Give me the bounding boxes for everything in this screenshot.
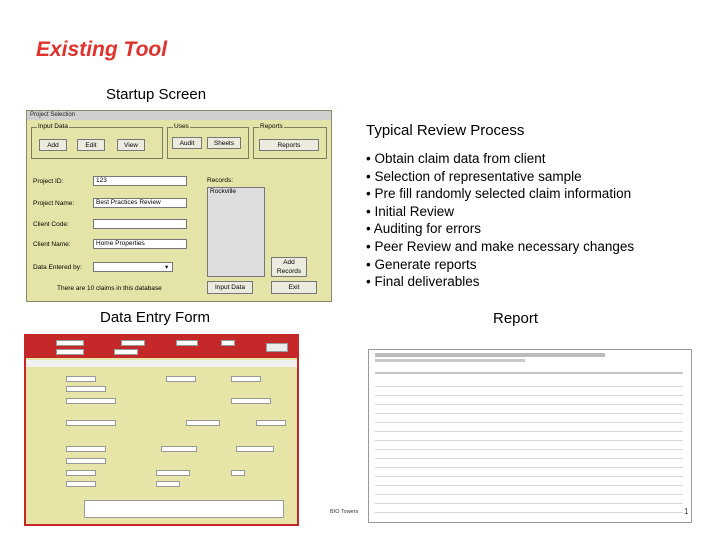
startup-screen-screenshot: Project Selection Input Data Add Edit Vi…: [26, 110, 332, 302]
table-row: [375, 414, 683, 423]
form-field: [186, 420, 220, 426]
form-field: [156, 481, 180, 487]
chevron-down-icon[interactable]: ▾: [165, 263, 168, 271]
list-item: Initial Review: [366, 203, 634, 221]
list-item: Final deliverables: [366, 273, 634, 291]
form-button[interactable]: [266, 343, 288, 352]
header-field: [121, 340, 145, 346]
review-process-list: Obtain claim data from client Selection …: [366, 150, 634, 291]
table-row: [375, 441, 683, 450]
data-entered-by-select[interactable]: [93, 262, 173, 272]
list-item: Obtain claim data from client: [366, 150, 634, 168]
footer-text: BIO Towers: [330, 509, 359, 515]
project-name-field[interactable]: Best Practices Review: [93, 198, 187, 208]
form-field: [66, 376, 96, 382]
window-title-bar: Project Selection: [27, 111, 331, 120]
list-item: Generate reports: [366, 256, 634, 274]
page-number: 1: [684, 507, 689, 516]
table-row: [375, 432, 683, 441]
form-field: [231, 398, 271, 404]
review-process-heading: Typical Review Process: [366, 122, 525, 139]
exit-button[interactable]: Exit: [271, 281, 317, 294]
table-row: [375, 468, 683, 477]
header-field: [176, 340, 198, 346]
table-row: [375, 378, 683, 387]
data-entry-form-caption: Data Entry Form: [100, 309, 211, 326]
list-item: Pre fill randomly selected claim informa…: [366, 185, 634, 203]
record-tabs-bar: [26, 360, 297, 367]
report-header-line: [375, 359, 525, 362]
slide-title: Existing Tool: [36, 38, 168, 61]
records-list[interactable]: Rockville: [207, 187, 265, 277]
data-entered-by-label: Data Entered by:: [33, 264, 82, 271]
report-header-line: [375, 353, 605, 357]
input-data-button[interactable]: Input Data: [207, 281, 253, 294]
form-field: [66, 470, 96, 476]
client-name-label: Client Name:: [33, 241, 71, 248]
table-row: [375, 459, 683, 468]
input-data-group-label: Input Data: [37, 123, 69, 130]
project-id-field[interactable]: 123: [93, 176, 187, 186]
records-status-text: There are 10 claims in this database: [57, 285, 162, 292]
table-row: [375, 495, 683, 504]
table-row: [375, 387, 683, 396]
report-column-header: [375, 372, 683, 374]
form-field: [66, 446, 106, 452]
form-field: [161, 446, 197, 452]
records-label: Records:: [207, 177, 234, 184]
table-row: [375, 450, 683, 459]
report-caption: Report: [493, 310, 539, 327]
client-code-label: Client Code:: [33, 221, 69, 228]
client-code-field[interactable]: [93, 219, 187, 229]
form-field: [166, 376, 196, 382]
add-records-button[interactable]: Add Records: [271, 257, 307, 277]
form-field: [66, 398, 116, 404]
form-field: [66, 481, 96, 487]
project-name-label: Project Name:: [33, 200, 75, 207]
header-field: [221, 340, 235, 346]
reports-button[interactable]: Reports: [259, 139, 319, 151]
edit-button[interactable]: Edit: [77, 139, 105, 151]
comments-textarea[interactable]: [84, 500, 284, 518]
header-field: [56, 340, 84, 346]
add-button[interactable]: Add: [39, 139, 67, 151]
list-item: Auditing for errors: [366, 220, 634, 238]
list-item: Selection of representative sample: [366, 168, 634, 186]
data-entry-form-screenshot: [24, 334, 299, 526]
form-field: [256, 420, 286, 426]
uses-group-label: Uses: [173, 123, 190, 130]
table-row: [375, 504, 683, 513]
view-button[interactable]: View: [117, 139, 145, 151]
form-field: [156, 470, 190, 476]
reports-group-label: Reports: [259, 123, 284, 130]
report-screenshot: [368, 349, 692, 523]
header-field: [114, 349, 138, 355]
audit-button[interactable]: Audit: [172, 137, 202, 149]
list-item: Peer Review and make necessary changes: [366, 238, 634, 256]
form-field: [231, 376, 261, 382]
table-row: [375, 405, 683, 414]
sheets-button[interactable]: Sheets: [207, 137, 241, 149]
form-field: [66, 458, 106, 464]
table-row: [375, 423, 683, 432]
table-row: [375, 486, 683, 495]
table-row: [375, 396, 683, 405]
form-field: [231, 470, 245, 476]
table-row: [375, 477, 683, 486]
form-field: [66, 386, 106, 392]
project-id-label: Project ID:: [33, 178, 64, 185]
header-field: [56, 349, 84, 355]
form-field: [66, 420, 116, 426]
form-field: [236, 446, 274, 452]
startup-screen-caption: Startup Screen: [106, 86, 207, 103]
client-name-field[interactable]: Home Properties: [93, 239, 187, 249]
